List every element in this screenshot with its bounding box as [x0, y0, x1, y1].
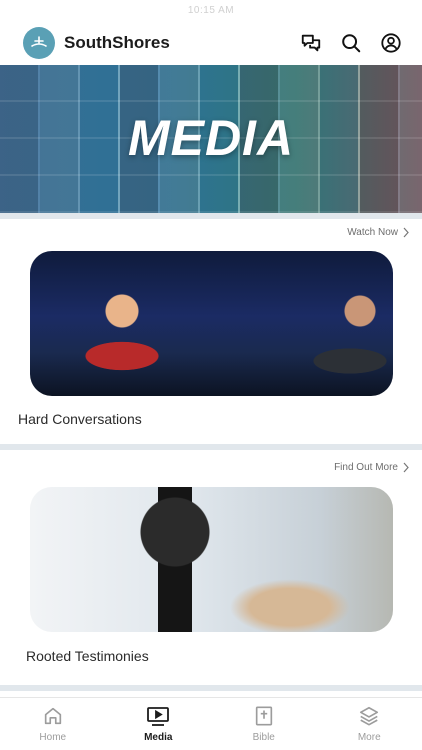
tab-label: Media — [144, 732, 173, 743]
status-bar: 10:15 AM — [0, 0, 422, 22]
hero-title: MEDIA — [127, 110, 295, 166]
tab-label: Home — [39, 732, 67, 743]
chevron-right-icon — [403, 227, 409, 238]
section-divider — [0, 685, 422, 691]
watch-now-link[interactable]: Watch Now — [347, 227, 410, 238]
tab-label: More — [357, 732, 381, 743]
find-out-more-link[interactable]: Find Out More — [334, 462, 410, 473]
status-time: 10:15 AM — [187, 5, 235, 16]
tab-bible[interactable]: Bible — [211, 698, 317, 750]
media-play-icon — [147, 707, 170, 726]
app-header: SouthShores — [0, 22, 422, 64]
card-thumbnail-image[interactable] — [30, 251, 393, 396]
cta-label: Find Out More — [334, 462, 398, 473]
tab-label: Bible — [252, 732, 275, 743]
chevron-right-icon — [403, 462, 409, 473]
media-hero-banner: MEDIA — [0, 65, 422, 213]
card-title: Rooted Testimonies — [26, 648, 149, 664]
home-icon — [44, 707, 61, 725]
chat-icon[interactable] — [299, 31, 323, 55]
card-title: Hard Conversations — [18, 411, 142, 427]
tab-more[interactable]: More — [317, 698, 422, 750]
cta-label: Watch Now — [347, 227, 398, 238]
media-card-rooted-testimonies[interactable]: Find Out More Rooted Testimonies — [0, 450, 422, 685]
tab-media[interactable]: Media — [106, 698, 212, 750]
layers-icon — [360, 706, 379, 726]
media-card-hard-conversations[interactable]: Watch Now Hard Conversations — [0, 219, 422, 444]
bible-icon — [255, 706, 272, 726]
tab-home[interactable]: Home — [0, 698, 106, 750]
bottom-tab-bar: Home Media Bible More — [0, 697, 422, 750]
church-logo-icon[interactable] — [23, 27, 55, 59]
account-icon[interactable] — [379, 31, 403, 55]
brand-name: SouthShores — [64, 33, 170, 52]
card-thumbnail-image[interactable] — [30, 487, 393, 632]
search-icon[interactable] — [339, 31, 363, 55]
